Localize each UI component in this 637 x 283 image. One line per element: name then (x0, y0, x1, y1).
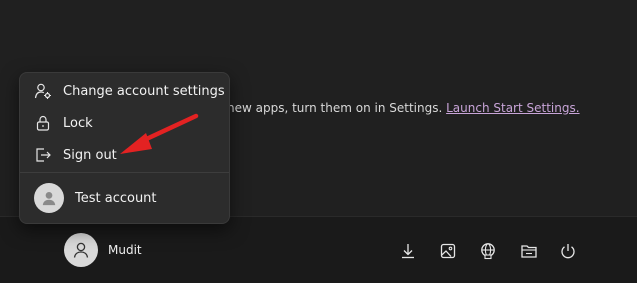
red-arrow-annotation (120, 113, 199, 154)
user-account-button[interactable]: Mudit (60, 229, 142, 271)
user-avatar-icon (34, 183, 64, 213)
downloads-icon[interactable] (396, 239, 420, 263)
change-account-settings-label: Change account settings (63, 83, 225, 99)
power-icon[interactable] (556, 239, 580, 263)
pictures-icon[interactable] (436, 239, 460, 263)
sign-out-label: Sign out (63, 147, 117, 163)
account-settings-icon (33, 81, 53, 101)
user-avatar (64, 233, 98, 267)
sign-out-icon (33, 145, 53, 165)
start-settings-info: new apps, turn them on in Settings. Laun… (227, 101, 580, 115)
menu-divider (20, 172, 229, 173)
user-avatar-icon (73, 242, 89, 258)
file-explorer-icon[interactable] (517, 239, 541, 263)
lock-icon (33, 113, 53, 133)
lock-label: Lock (63, 115, 93, 131)
launch-start-settings-link[interactable]: Launch Start Settings. (446, 101, 579, 115)
test-account-label: Test account (75, 190, 157, 206)
network-icon[interactable] (476, 239, 500, 263)
change-account-settings-item[interactable]: Change account settings (24, 76, 225, 106)
switch-account-item[interactable]: Test account (24, 178, 225, 218)
start-info-text: new apps, turn them on in Settings. (227, 101, 447, 115)
start-footer: Mudit (0, 216, 637, 283)
user-name: Mudit (108, 243, 142, 257)
start-menu-screen: new apps, turn them on in Settings. Laun… (0, 0, 637, 283)
